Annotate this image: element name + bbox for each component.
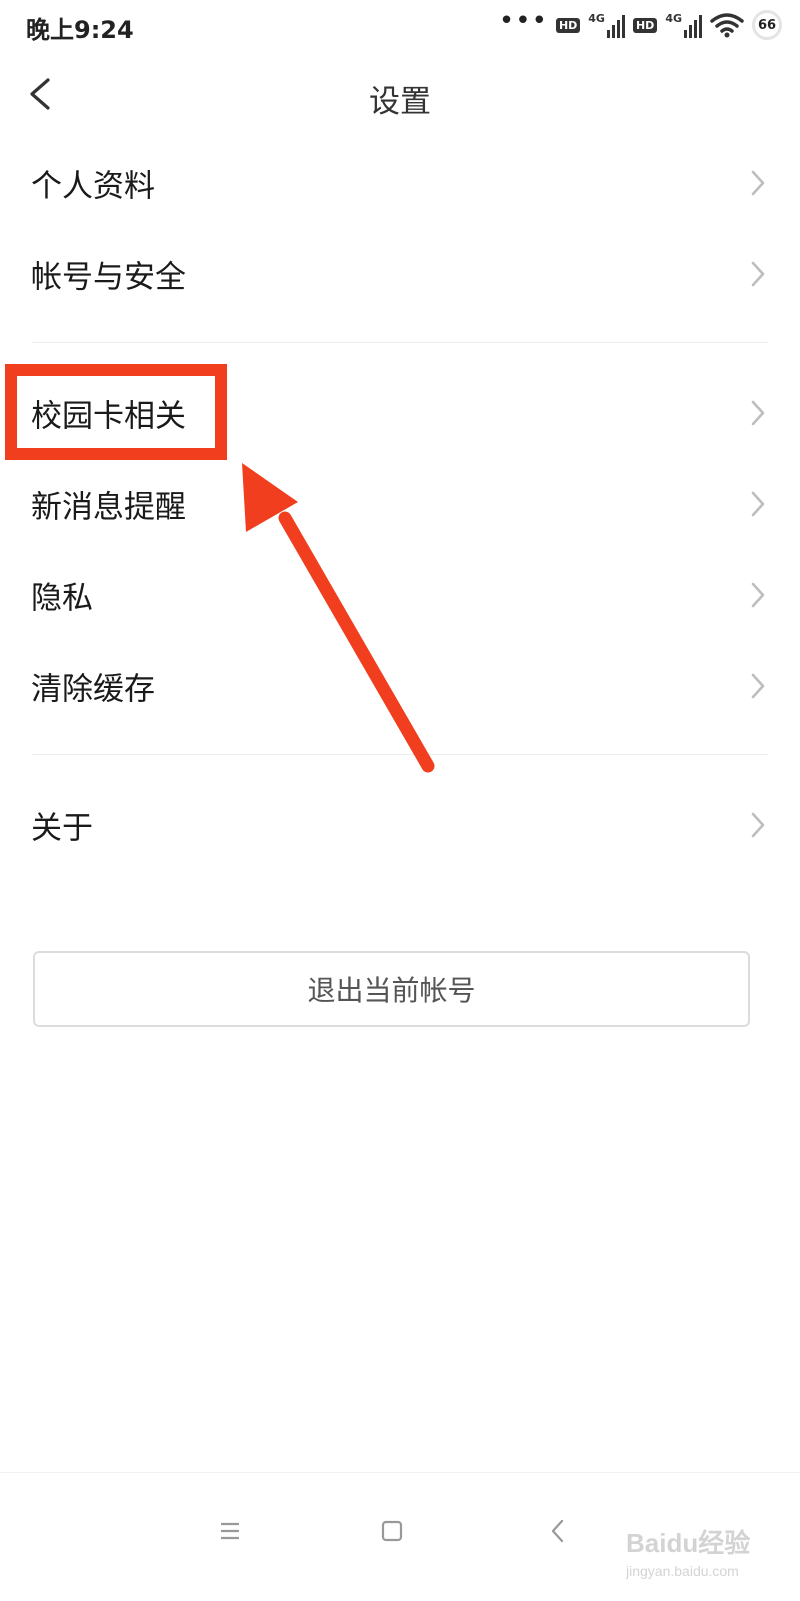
chevron-right-icon	[751, 582, 765, 608]
watermark-brand: Baidu经验	[626, 1528, 750, 1558]
baidu-jingyan-watermark: Baidu经验 jingyan.baidu.com	[625, 1528, 750, 1579]
settings-item-label: 关于	[31, 810, 93, 847]
nav-home-button[interactable]	[370, 1509, 414, 1553]
settings-item-profile[interactable]: 个人资料	[0, 143, 800, 223]
settings-item-account-security[interactable]: 帐号与安全	[0, 234, 800, 314]
status-time: 晚上9:24	[26, 16, 134, 44]
settings-item-about[interactable]: 关于	[0, 785, 800, 865]
more-dots-icon: •••	[498, 6, 548, 36]
signal-icon-2: 4G	[665, 12, 702, 38]
back-arrow-icon	[551, 1519, 564, 1543]
settings-item-label: 清除缓存	[31, 671, 155, 708]
group-divider	[32, 342, 768, 343]
chevron-right-icon	[751, 170, 765, 196]
settings-item-privacy[interactable]: 隐私	[0, 555, 800, 635]
network-type-label-1: 4G	[588, 12, 605, 25]
status-icons: ••• HD 4G HD 4G 66	[499, 8, 782, 42]
chevron-right-icon	[751, 491, 765, 517]
home-square-icon	[381, 1520, 403, 1542]
chevron-right-icon	[751, 400, 765, 426]
signal-icon-1: 4G	[588, 12, 625, 38]
hd-badge-1: HD	[555, 17, 581, 33]
chevron-right-icon	[751, 812, 765, 838]
wifi-icon	[710, 13, 744, 38]
settings-item-label: 隐私	[31, 580, 93, 617]
settings-item-notifications[interactable]: 新消息提醒	[0, 464, 800, 544]
settings-item-label: 新消息提醒	[31, 489, 186, 526]
annotation-highlight-box	[5, 364, 227, 460]
status-bar: 晚上9:24 ••• HD 4G HD 4G 66	[0, 0, 800, 50]
nav-back-button[interactable]	[536, 1509, 580, 1553]
settings-item-label: 个人资料	[31, 168, 155, 205]
chevron-right-icon	[751, 261, 765, 287]
watermark-url: jingyan.baidu.com	[625, 1563, 739, 1579]
network-type-label-2: 4G	[665, 12, 682, 25]
logout-button[interactable]: 退出当前帐号	[33, 951, 750, 1027]
group-divider	[32, 754, 768, 755]
header: 设置	[0, 58, 800, 134]
chevron-right-icon	[751, 673, 765, 699]
page-title: 设置	[369, 84, 431, 120]
settings-item-label: 帐号与安全	[31, 259, 186, 296]
hd-badge-2: HD	[632, 17, 658, 33]
battery-icon: 66	[752, 10, 782, 40]
settings-item-clear-cache[interactable]: 清除缓存	[0, 646, 800, 726]
nav-menu-button[interactable]	[208, 1509, 252, 1553]
menu-icon	[221, 1522, 239, 1540]
